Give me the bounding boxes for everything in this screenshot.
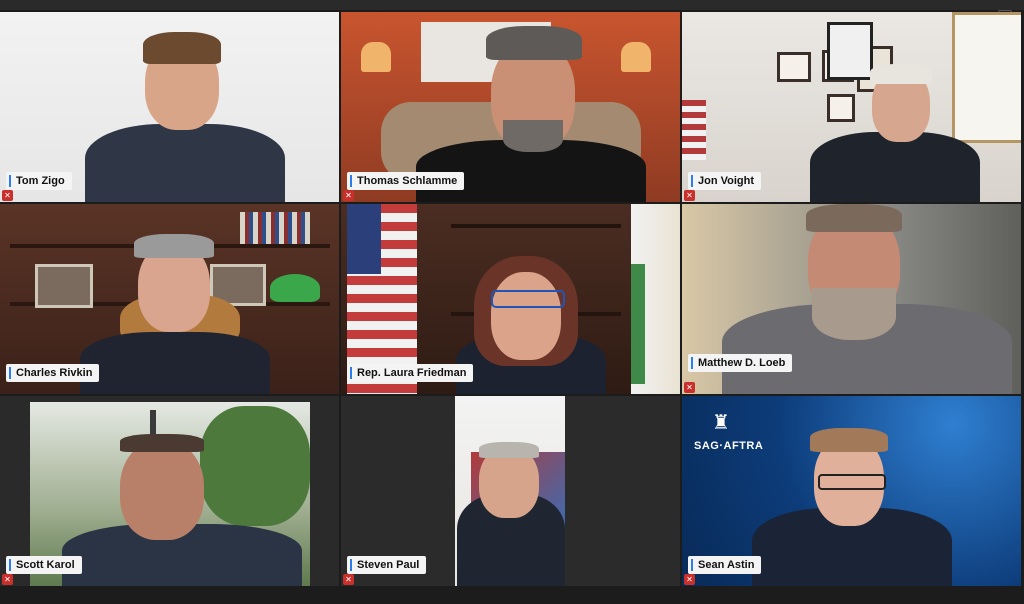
sag-aftra-logo-icon: ♜ bbox=[712, 412, 730, 434]
participant-tile[interactable]: Rep. Laura Friedman bbox=[341, 204, 680, 394]
muted-mic-icon: ✕ bbox=[343, 190, 354, 201]
participant-name-label: Sean Astin bbox=[688, 556, 762, 574]
participant-name-label: Rep. Laura Friedman bbox=[347, 364, 474, 382]
participant-name-label: Jon Voight bbox=[688, 172, 762, 190]
participant-tile[interactable]: Steven Paul ✕ bbox=[341, 396, 680, 586]
top-bar bbox=[0, 0, 1024, 10]
participant-tile[interactable]: Jon Voight ✕ bbox=[682, 12, 1021, 202]
participant-name-label: Matthew D. Loeb bbox=[688, 354, 793, 372]
participant-name-label: Tom Zigo bbox=[6, 172, 72, 190]
muted-mic-icon: ✕ bbox=[684, 382, 695, 393]
participant-name-label: Scott Karol bbox=[6, 556, 82, 574]
participant-name-label: Thomas Schlamme bbox=[347, 172, 465, 190]
muted-mic-icon: ✕ bbox=[2, 190, 13, 201]
muted-mic-icon: ✕ bbox=[343, 574, 354, 585]
participant-name-label: Steven Paul bbox=[347, 556, 427, 574]
sag-aftra-logo: SAG·AFTRA bbox=[694, 440, 764, 452]
participant-tile[interactable]: Scott Karol ✕ bbox=[0, 396, 339, 586]
participant-tile[interactable]: Tom Zigo ✕ bbox=[0, 12, 339, 202]
participant-tile[interactable]: Thomas Schlamme ✕ bbox=[341, 12, 680, 202]
muted-mic-icon: ✕ bbox=[684, 190, 695, 201]
participant-tile[interactable]: Matthew D. Loeb ✕ bbox=[682, 204, 1021, 394]
video-grid: Tom Zigo ✕ Thomas Schlamme ✕ Jon Voight … bbox=[0, 12, 1021, 586]
muted-mic-icon: ✕ bbox=[2, 574, 13, 585]
muted-mic-icon: ✕ bbox=[684, 574, 695, 585]
participant-tile[interactable]: ♜ SAG·AFTRA Sean Astin ✕ bbox=[682, 396, 1021, 586]
participant-tile-active-speaker[interactable]: Charles Rivkin bbox=[0, 204, 339, 394]
participant-name-label: Charles Rivkin bbox=[6, 364, 100, 382]
